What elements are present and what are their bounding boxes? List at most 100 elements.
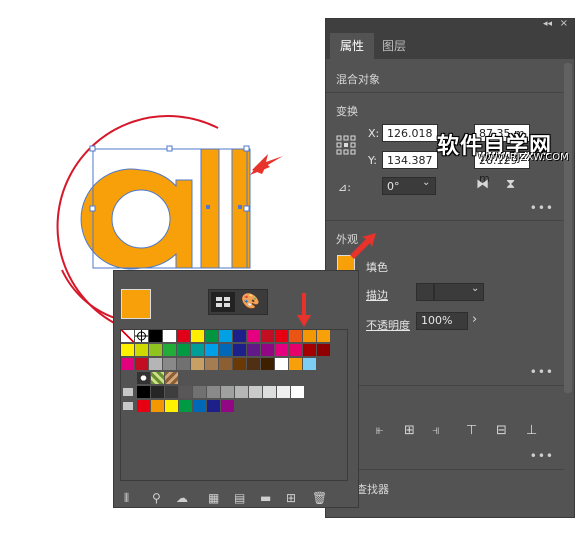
palette-icon[interactable]: 🎨 — [241, 292, 260, 310]
y-input[interactable]: 134.387 — [382, 151, 438, 169]
color-swatch[interactable] — [261, 358, 274, 370]
cloud-icon[interactable]: ☁ — [176, 491, 188, 505]
color-swatch[interactable] — [137, 400, 150, 412]
color-swatch[interactable] — [137, 386, 150, 398]
stroke-label[interactable]: 描边 — [366, 287, 388, 303]
color-swatch[interactable] — [163, 358, 176, 370]
color-swatch[interactable] — [135, 358, 148, 370]
new-swatch-icon[interactable]: ⊞ — [286, 491, 296, 505]
color-swatch[interactable] — [247, 358, 260, 370]
pattern-swatch[interactable] — [137, 372, 150, 384]
color-swatch[interactable] — [277, 386, 290, 398]
color-swatch[interactable] — [219, 358, 232, 370]
color-swatch[interactable] — [205, 344, 218, 356]
pattern-swatch[interactable] — [151, 372, 164, 384]
opacity-label[interactable]: 不透明度 — [366, 317, 410, 333]
color-swatch[interactable] — [233, 358, 246, 370]
color-swatch[interactable] — [317, 344, 330, 356]
pattern-swatch[interactable] — [165, 372, 178, 384]
color-swatch[interactable] — [291, 386, 304, 398]
color-swatch[interactable] — [317, 330, 330, 342]
current-fill-swatch[interactable] — [121, 289, 151, 319]
registration-swatch[interactable] — [135, 330, 148, 342]
tab-layers[interactable]: 图层 — [372, 33, 416, 59]
color-swatch[interactable] — [275, 344, 288, 356]
x-input[interactable]: 126.018 — [382, 124, 438, 142]
reference-point-icon[interactable] — [336, 135, 356, 155]
color-swatch[interactable] — [219, 344, 232, 356]
color-swatch[interactable] — [151, 386, 164, 398]
color-swatch[interactable] — [261, 330, 274, 342]
color-swatch[interactable] — [261, 344, 274, 356]
library-icon[interactable]: ⫴ — [124, 491, 129, 506]
color-swatch[interactable] — [193, 400, 206, 412]
chevron-down-icon[interactable]: ⌄ — [471, 283, 479, 294]
color-swatch[interactable] — [149, 344, 162, 356]
color-swatch[interactable] — [289, 330, 302, 342]
color-swatch[interactable] — [303, 330, 316, 342]
transform-more-icon[interactable]: ••• — [530, 201, 554, 215]
color-swatch[interactable] — [207, 400, 220, 412]
color-swatch[interactable] — [233, 330, 246, 342]
color-swatch[interactable] — [221, 386, 234, 398]
color-swatch[interactable] — [177, 358, 190, 370]
color-swatch[interactable] — [205, 330, 218, 342]
color-swatch[interactable] — [149, 330, 162, 342]
color-swatch[interactable] — [193, 386, 206, 398]
color-swatch[interactable] — [177, 330, 190, 342]
color-swatch[interactable] — [135, 344, 148, 356]
flip-vertical-icon[interactable]: ⧗ — [506, 177, 515, 192]
scrollbar[interactable] — [564, 63, 572, 393]
align-right-icon[interactable]: ⫣ — [432, 423, 440, 438]
color-swatch[interactable] — [247, 330, 260, 342]
color-group-icon[interactable]: ▤ — [234, 491, 245, 505]
flip-horizontal-icon[interactable]: ⧓ — [476, 177, 489, 192]
none-swatch[interactable] — [121, 330, 134, 342]
folder-icon[interactable] — [123, 402, 133, 410]
color-swatch[interactable] — [151, 400, 164, 412]
color-swatch[interactable] — [149, 358, 162, 370]
tab-properties[interactable]: 属性 — [330, 33, 375, 59]
color-swatch[interactable] — [191, 330, 204, 342]
color-swatch[interactable] — [233, 344, 246, 356]
color-swatch[interactable] — [191, 344, 204, 356]
align-center-icon[interactable]: ⊞ — [404, 423, 415, 438]
color-swatch[interactable] — [163, 330, 176, 342]
color-swatch[interactable] — [289, 344, 302, 356]
align-bottom-icon[interactable]: ⊥ — [526, 423, 537, 438]
stroke-stepper[interactable] — [416, 283, 434, 301]
chevron-right-icon[interactable]: › — [472, 312, 477, 327]
color-swatch[interactable] — [289, 358, 302, 370]
color-swatch[interactable] — [219, 330, 232, 342]
color-swatch[interactable] — [177, 344, 190, 356]
color-swatch[interactable] — [163, 344, 176, 356]
appearance-more-icon[interactable]: ••• — [530, 365, 554, 379]
color-swatch[interactable] — [205, 358, 218, 370]
color-swatch[interactable] — [207, 386, 220, 398]
color-swatch[interactable] — [275, 330, 288, 342]
color-swatch[interactable] — [303, 358, 316, 370]
color-swatch[interactable] — [275, 358, 288, 370]
delete-icon[interactable]: 🗑 — [312, 491, 327, 505]
color-swatch[interactable] — [247, 344, 260, 356]
color-swatch[interactable] — [235, 386, 248, 398]
align-left-icon[interactable]: ⫦ — [376, 423, 383, 438]
chevron-down-icon[interactable]: ⌄ — [422, 177, 430, 188]
align-middle-icon[interactable]: ⊟ — [496, 423, 507, 438]
color-swatch[interactable] — [165, 400, 178, 412]
new-group-icon[interactable]: ▬ — [260, 491, 271, 505]
align-more-icon[interactable]: ••• — [530, 449, 554, 463]
color-swatch[interactable] — [179, 400, 192, 412]
color-swatch[interactable] — [221, 400, 234, 412]
color-swatch[interactable] — [263, 386, 276, 398]
swatch-options-icon[interactable]: ▦ — [208, 491, 219, 505]
color-swatch[interactable] — [191, 358, 204, 370]
swatch-view-icon[interactable] — [211, 292, 235, 312]
close-icon[interactable]: × — [560, 18, 568, 29]
folder-icon[interactable] — [123, 388, 133, 396]
color-swatch[interactable] — [179, 386, 192, 398]
color-swatch[interactable] — [121, 344, 134, 356]
show-kind-icon[interactable]: ⚲ — [152, 491, 161, 505]
color-swatch[interactable] — [165, 386, 178, 398]
color-swatch[interactable] — [121, 358, 134, 370]
